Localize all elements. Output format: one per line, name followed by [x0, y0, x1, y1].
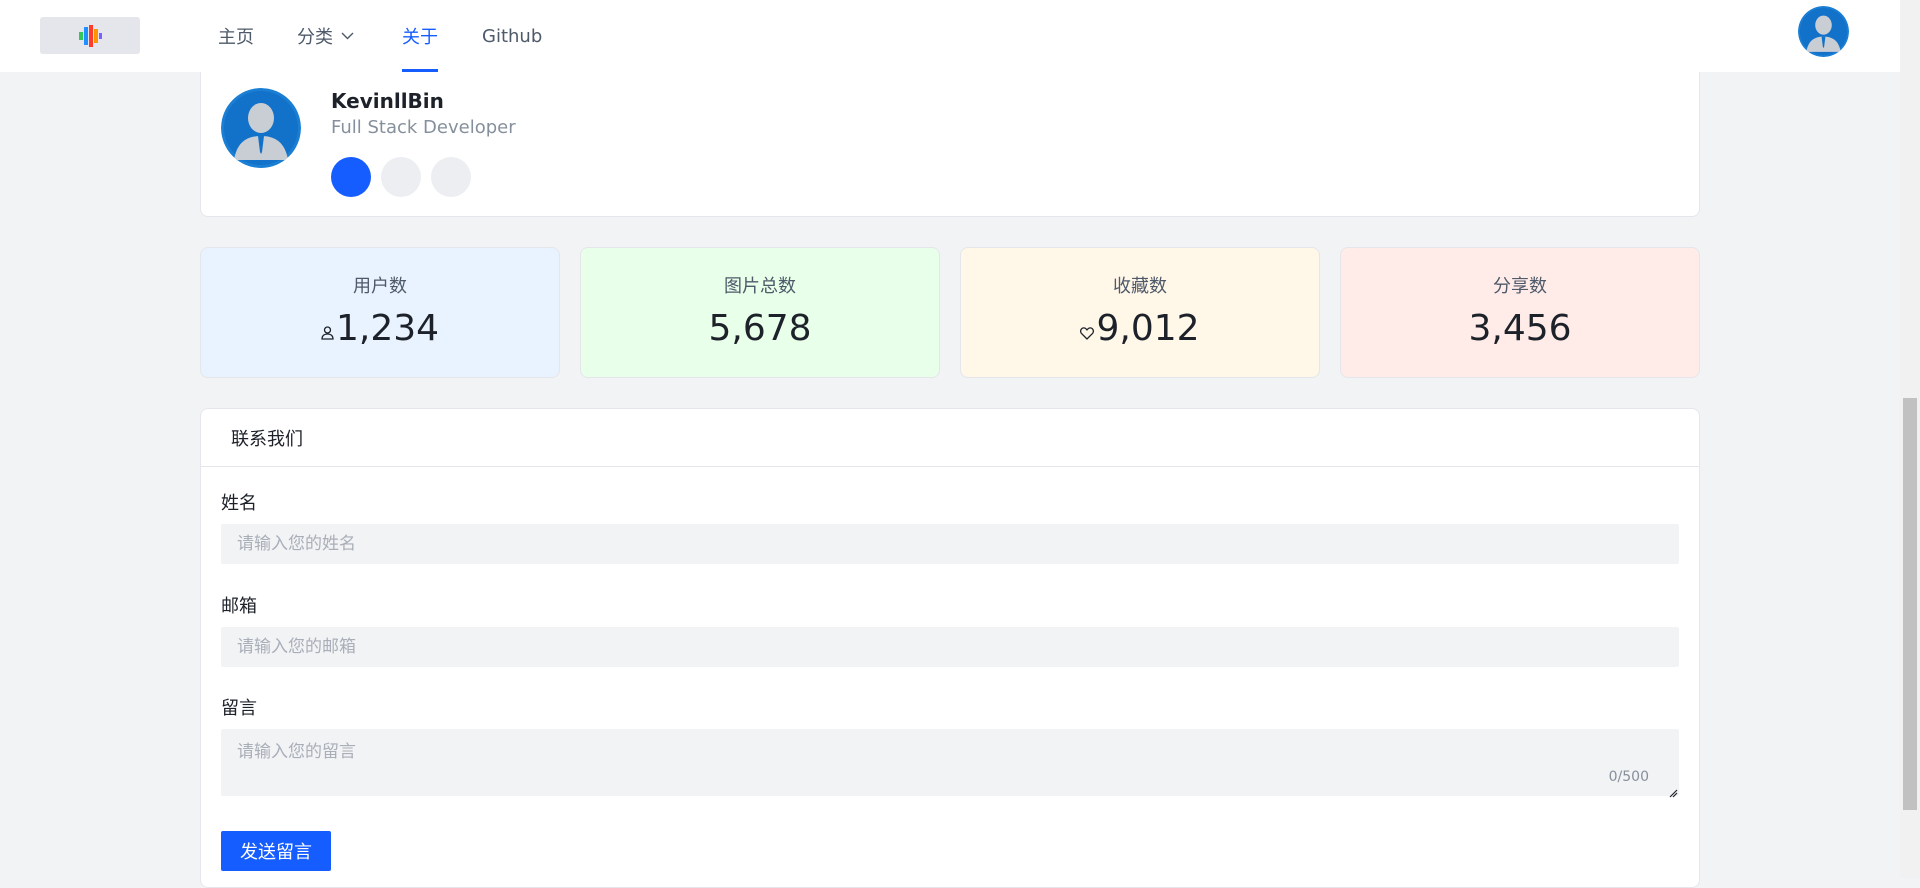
social-link-3[interactable] — [431, 157, 471, 197]
stat-card-favorites: 收藏数 9,012 — [960, 247, 1320, 378]
send-message-button[interactable]: 发送留言 — [221, 831, 331, 871]
page-scrollbar[interactable] — [1900, 0, 1920, 878]
user-icon — [321, 326, 334, 340]
email-label: 邮箱 — [221, 596, 257, 617]
nav-category[interactable]: 分类 — [297, 0, 354, 72]
nav-about[interactable]: 关于 — [402, 0, 438, 72]
stat-value: 3,456 — [1341, 308, 1699, 349]
avatar-icon — [221, 88, 301, 168]
nav-github[interactable]: Github — [482, 0, 542, 72]
stat-label: 图片总数 — [724, 276, 796, 297]
message-char-counter: 0/500 — [1608, 769, 1649, 785]
social-link-1[interactable] — [331, 157, 371, 197]
message-textarea[interactable] — [221, 729, 1679, 796]
stat-label: 收藏数 — [1113, 276, 1167, 297]
scrollbar-thumb[interactable] — [1903, 398, 1917, 810]
stat-value: 5,678 — [581, 308, 939, 349]
email-input[interactable] — [221, 627, 1679, 667]
profile-avatar — [221, 88, 301, 168]
top-navbar: 主页 分类 关于 Github — [0, 0, 1900, 72]
stat-number: 3,456 — [1468, 308, 1572, 349]
message-label: 留言 — [221, 698, 257, 719]
profile-card: KevinllBin Full Stack Developer — [200, 56, 1700, 217]
stat-label: 用户数 — [353, 276, 407, 297]
stat-card-images: 图片总数 5,678 — [580, 247, 940, 378]
resize-handle-icon[interactable] — [1668, 783, 1678, 798]
nav-about-label: 关于 — [402, 27, 438, 48]
profile-title: Full Stack Developer — [331, 117, 516, 138]
stat-label: 分享数 — [1493, 276, 1547, 297]
stat-card-shares: 分享数 3,456 — [1340, 247, 1700, 378]
nav-home-label: 主页 — [218, 27, 254, 48]
logo[interactable] — [40, 17, 140, 54]
stat-value: 1,234 — [201, 308, 559, 349]
avatar-icon — [1798, 6, 1849, 57]
name-label: 姓名 — [221, 493, 257, 514]
user-avatar[interactable] — [1798, 6, 1849, 57]
contact-heading: 联系我们 — [201, 409, 1699, 467]
stat-number: 5,678 — [708, 308, 812, 349]
logo-icon — [79, 24, 102, 47]
stat-number: 1,234 — [335, 308, 440, 349]
name-input[interactable] — [221, 524, 1679, 564]
heart-icon — [1080, 327, 1095, 340]
contact-card: 联系我们 姓名 邮箱 留言 0/500 发送留言 — [200, 408, 1700, 888]
chevron-down-icon — [341, 32, 354, 40]
stat-card-users: 用户数 1,234 — [200, 247, 560, 378]
nav-category-label: 分类 — [297, 27, 333, 48]
stat-number: 9,012 — [1096, 308, 1200, 349]
nav-home[interactable]: 主页 — [218, 0, 254, 72]
stat-value: 9,012 — [961, 308, 1319, 349]
profile-name: KevinllBin — [331, 89, 444, 113]
social-link-2[interactable] — [381, 157, 421, 197]
nav-github-label: Github — [482, 25, 543, 47]
